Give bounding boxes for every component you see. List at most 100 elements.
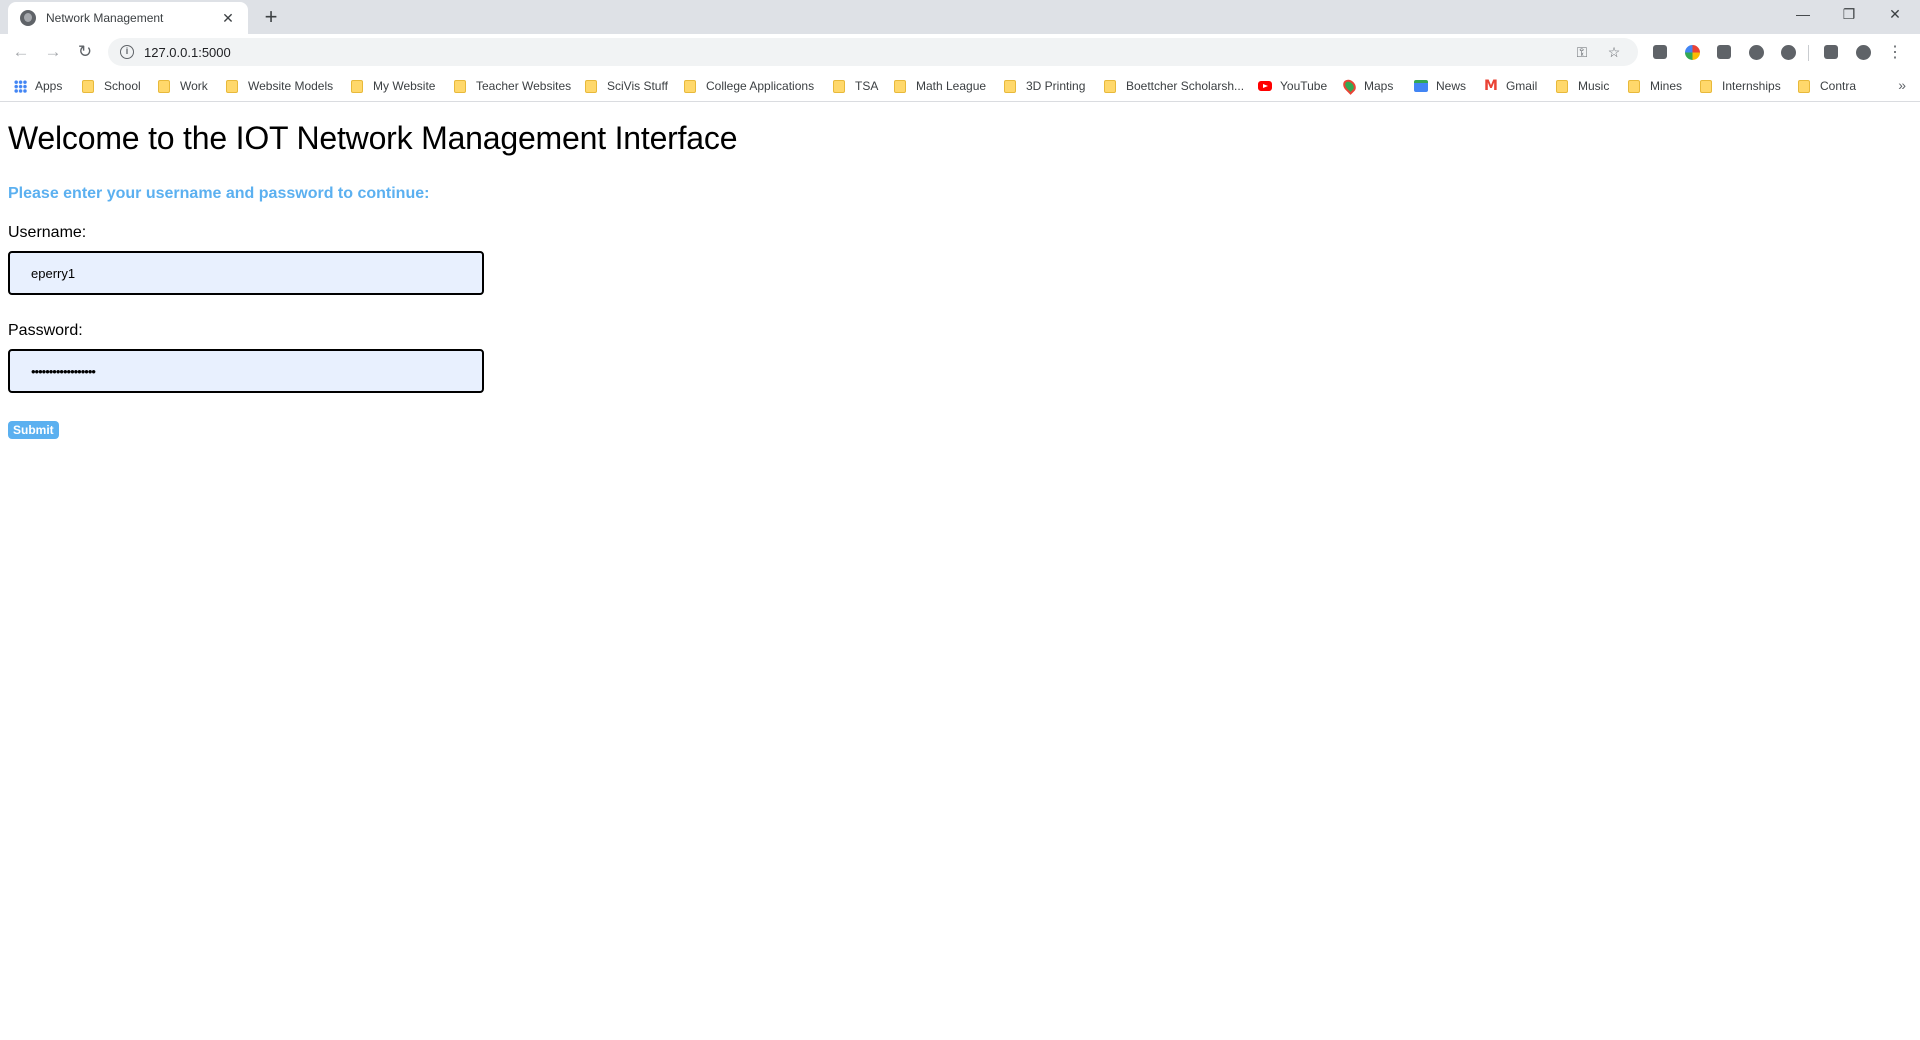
bookmark-label: Maps [1364, 79, 1394, 93]
minimize-button[interactable]: — [1780, 0, 1826, 28]
bookmark-star-icon[interactable]: ☆ [1602, 44, 1626, 61]
news-icon [1414, 80, 1428, 92]
page-title: Welcome to the IOT Network Management In… [8, 120, 738, 156]
login-instructions: Please enter your username and password … [8, 185, 430, 202]
circle-icon [1855, 44, 1871, 60]
bookmark-folder-my-website[interactable]: My Website [351, 77, 435, 95]
globe-icon [20, 10, 36, 26]
folder-icon [1798, 79, 1810, 93]
bookmark-folder-3d-printing[interactable]: 3D Printing [1004, 77, 1085, 95]
gmail-icon: M [1484, 78, 1498, 94]
bookmark-label: Internships [1722, 79, 1781, 93]
color-wheel-icon [1684, 44, 1700, 60]
folder-icon [158, 79, 170, 93]
folder-icon [684, 79, 696, 93]
extension-icon[interactable] [1779, 43, 1797, 61]
folder-icon [1104, 79, 1116, 93]
site-info-icon[interactable]: i [120, 45, 134, 59]
folder-icon [226, 79, 238, 93]
browser-toolbar: ← → ↻ i 127.0.0.1:5000 ⚿ ☆ ⋮ [0, 34, 1920, 70]
back-button[interactable]: ← [8, 39, 34, 65]
bookmark-folder-math-league[interactable]: Math League [894, 77, 986, 95]
bookmark-folder-teacher-websites[interactable]: Teacher Websites [454, 77, 571, 95]
bookmark-news[interactable]: News [1414, 77, 1466, 95]
maps-pin-icon [1340, 77, 1359, 95]
username-label: Username: [8, 224, 87, 241]
apps-grid-icon [14, 79, 27, 93]
password-field[interactable] [8, 349, 484, 393]
folder-icon [82, 79, 94, 93]
password-label: Password: [8, 322, 83, 339]
bookmark-label: YouTube [1280, 79, 1328, 93]
shield-icon [1717, 45, 1731, 59]
extension-icon[interactable] [1651, 43, 1669, 61]
extension-icon[interactable] [1715, 43, 1733, 61]
playlist-icon [1824, 45, 1838, 59]
bookmark-label: News [1436, 79, 1467, 93]
bookmark-folder-music[interactable]: Music [1556, 77, 1609, 95]
bookmark-label: My Website [373, 79, 436, 93]
close-tab-icon[interactable]: ✕ [220, 10, 236, 27]
bookmark-label: Website Models [248, 79, 334, 93]
tab-title: Network Management [46, 11, 164, 25]
toolbar-divider [1808, 45, 1809, 61]
tab-strip: Network Management ✕ + — ❐ ✕ [0, 0, 1920, 34]
media-control-icon[interactable] [1822, 43, 1840, 61]
extension-icon[interactable] [1747, 43, 1765, 61]
color-picker-extension-icon[interactable] [1683, 43, 1701, 61]
bookmark-apps[interactable]: Apps [14, 77, 62, 95]
circle-icon [1780, 44, 1796, 60]
bookmark-folder-mines[interactable]: Mines [1628, 77, 1682, 95]
folder-icon [454, 79, 466, 93]
folder-icon [1556, 79, 1568, 93]
restore-button[interactable]: ❐ [1826, 0, 1872, 28]
new-tab-button[interactable]: + [258, 4, 284, 30]
key-icon[interactable]: ⚿ [1570, 44, 1594, 61]
submit-button[interactable]: Submit [8, 421, 59, 439]
bookmark-label: Math League [916, 79, 987, 93]
forward-button[interactable]: → [40, 39, 66, 65]
more-bookmarks-icon[interactable]: » [1898, 77, 1906, 93]
bookmark-folder-boettcher[interactable]: Boettcher Scholarsh... [1104, 77, 1244, 95]
page-content: Welcome to the IOT Network Management In… [0, 103, 1920, 1040]
bookmark-folder-school[interactable]: School [82, 77, 141, 95]
browser-menu-button[interactable]: ⋮ [1886, 43, 1904, 61]
bookmark-label: Contra [1820, 79, 1857, 93]
folder-icon [351, 79, 363, 93]
bookmark-folder-scivis-stuff[interactable]: SciVis Stuff [585, 77, 668, 95]
youtube-icon [1258, 81, 1272, 91]
bookmark-label: 3D Printing [1026, 79, 1086, 93]
bookmark-label: Gmail [1505, 79, 1538, 93]
url-text[interactable]: 127.0.0.1:5000 [144, 45, 1562, 60]
bookmark-folder-internships[interactable]: Internships [1700, 77, 1781, 95]
bookmark-folder-tsa[interactable]: TSA [833, 77, 878, 95]
bookmark-label: TSA [855, 79, 879, 93]
folder-icon [1700, 79, 1712, 93]
circle-icon [1748, 44, 1764, 60]
folder-icon [894, 79, 906, 93]
username-field[interactable] [8, 251, 484, 295]
close-window-button[interactable]: ✕ [1872, 0, 1918, 28]
bookmark-label: Mines [1650, 79, 1683, 93]
browser-tab[interactable]: Network Management ✕ [8, 2, 248, 34]
extension-icon[interactable] [1854, 43, 1872, 61]
bookmark-maps[interactable]: Maps [1340, 77, 1394, 95]
folder-icon [1004, 79, 1016, 93]
bookmark-label: Work [180, 79, 208, 93]
bookmark-label: Teacher Websites [476, 79, 572, 93]
bookmark-gmail[interactable]: M Gmail [1484, 77, 1537, 95]
bookmark-folder-college-applications[interactable]: College Applications [684, 77, 814, 95]
extension-puzzle-icon [1653, 45, 1667, 59]
bookmark-label: Boettcher Scholarsh... [1126, 79, 1245, 93]
bookmark-youtube[interactable]: YouTube [1258, 77, 1327, 95]
address-bar[interactable]: i 127.0.0.1:5000 ⚿ ☆ [108, 38, 1638, 66]
bookmark-label: School [104, 79, 141, 93]
bookmark-folder-website-models[interactable]: Website Models [226, 77, 333, 95]
folder-icon [585, 79, 597, 93]
reload-button[interactable]: ↻ [72, 39, 98, 65]
bookmark-folder-work[interactable]: Work [158, 77, 208, 95]
folder-icon [1628, 79, 1640, 93]
bookmark-label: Music [1578, 79, 1610, 93]
bookmarks-bar: Apps School Work Website Models My Websi… [0, 70, 1920, 102]
bookmark-folder-contra[interactable]: Contra [1798, 77, 1856, 95]
